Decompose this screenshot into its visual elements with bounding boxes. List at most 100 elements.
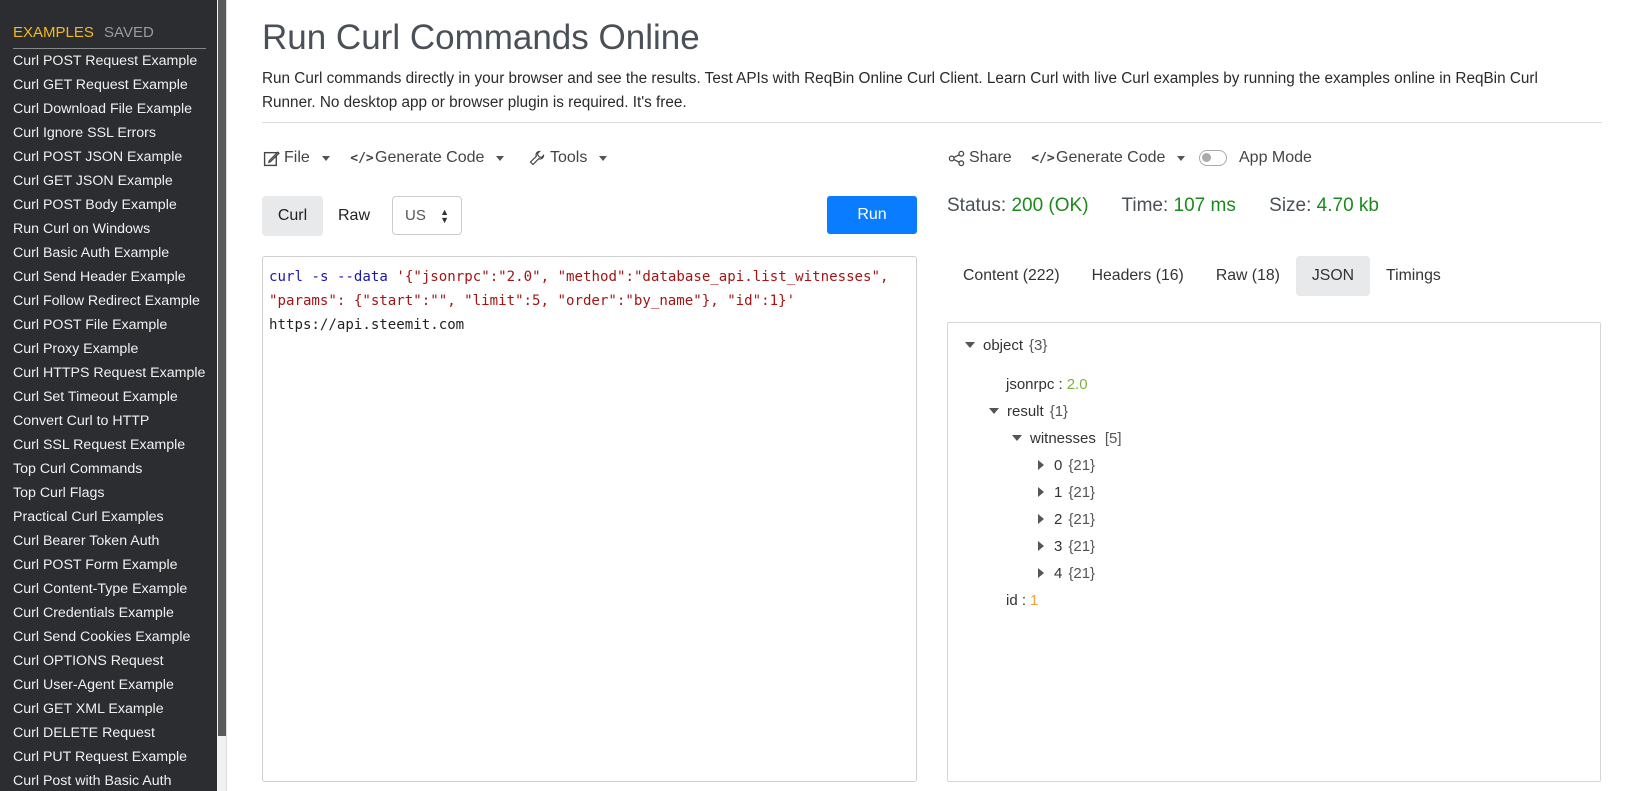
sidebar-item[interactable]: Curl POST Request Example — [13, 53, 205, 77]
app-mode-toggle[interactable]: App Mode — [1199, 149, 1312, 167]
generate-code-right-label: Generate Code — [1056, 149, 1166, 166]
sidebar-item[interactable]: Curl POST JSON Example — [13, 149, 205, 173]
size-value: 4.70 kb — [1316, 195, 1379, 216]
code-flag: --data — [336, 269, 388, 285]
sidebar-item[interactable]: Curl POST Form Example — [13, 557, 205, 581]
json-node-item[interactable]: 0 {21} — [1038, 455, 1095, 475]
sidebar-scrollbar-thumb[interactable] — [218, 0, 226, 736]
tab-examples[interactable]: EXAMPLES — [13, 24, 94, 41]
time-label: Time: — [1121, 195, 1169, 216]
code-payload: '{"jsonrpc":"2.0", "method":"database_ap… — [396, 269, 889, 285]
collapse-arrow-icon[interactable] — [989, 408, 999, 414]
json-count: {21} — [1068, 537, 1096, 555]
sidebar-item[interactable]: Curl GET Request Example — [13, 77, 205, 101]
json-key: id : — [1006, 591, 1027, 609]
sidebar-item[interactable]: Curl User-Agent Example — [13, 677, 205, 701]
json-number-value: 1 — [1030, 591, 1039, 609]
sidebar-item[interactable]: Curl Follow Redirect Example — [13, 293, 205, 317]
code-icon: </> — [1031, 150, 1055, 166]
tab-saved[interactable]: SAVED — [104, 24, 154, 41]
tab-headers[interactable]: Headers (16) — [1076, 256, 1200, 296]
curl-editor[interactable]: curl -s --data '{"jsonrpc":"2.0", "metho… — [262, 256, 917, 782]
tab-timings[interactable]: Timings — [1370, 256, 1457, 296]
sidebar-item[interactable]: Curl Set Timeout Example — [13, 389, 205, 413]
json-node-jsonrpc: jsonrpc : 2.0 — [1006, 374, 1088, 394]
expand-arrow-icon[interactable] — [1038, 460, 1044, 470]
tab-raw[interactable]: Raw — [327, 196, 381, 236]
json-count: {21} — [1068, 456, 1096, 474]
sidebar-item[interactable]: Curl HTTPS Request Example — [13, 365, 205, 389]
sidebar-item[interactable]: Curl GET XML Example — [13, 701, 205, 725]
response-tabs: Content (222) Headers (16) Raw (18) JSON… — [947, 256, 1457, 296]
sidebar-item[interactable]: Curl POST File Example — [13, 317, 205, 341]
time-value: 107 ms — [1173, 195, 1236, 216]
size-label: Size: — [1269, 195, 1312, 216]
sidebar-item[interactable]: Curl Credentials Example — [13, 605, 205, 629]
expand-arrow-icon[interactable] — [1038, 487, 1044, 497]
sidebar-item[interactable]: Curl GET JSON Example — [13, 173, 205, 197]
json-node-item[interactable]: 3 {21} — [1038, 536, 1095, 556]
sidebar-item[interactable]: Curl Bearer Token Auth — [13, 533, 205, 557]
code-icon: </> — [350, 150, 374, 166]
file-menu-button[interactable]: File — [262, 149, 330, 167]
select-arrows-icon: ▲ ▼ — [440, 206, 449, 225]
generate-code-right-button[interactable]: </> Generate Code — [1031, 149, 1186, 167]
chevron-down-icon — [321, 155, 330, 161]
region-select[interactable]: US ▲ ▼ — [392, 196, 462, 235]
share-button[interactable]: Share — [947, 149, 1012, 167]
json-node-item[interactable]: 2 {21} — [1038, 509, 1095, 529]
sidebar-item[interactable]: Curl Post with Basic Auth — [13, 773, 205, 791]
code-command: curl — [269, 269, 303, 285]
json-key: 0 — [1054, 456, 1063, 474]
json-count: {21} — [1068, 564, 1096, 582]
sidebar-item[interactable]: Curl PUT Request Example — [13, 749, 205, 773]
tab-content[interactable]: Content (222) — [947, 256, 1076, 296]
sidebar-item[interactable]: Convert Curl to HTTP — [13, 413, 205, 437]
sidebar: EXAMPLES SAVED Curl POST Request Example… — [0, 0, 217, 791]
tab-raw-response[interactable]: Raw (18) — [1200, 256, 1296, 296]
page-title: Run Curl Commands Online — [262, 18, 700, 57]
collapse-arrow-icon[interactable] — [965, 342, 975, 348]
sidebar-item[interactable]: Run Curl on Windows — [13, 221, 205, 245]
tab-curl[interactable]: Curl — [262, 196, 323, 236]
expand-arrow-icon[interactable] — [1038, 568, 1044, 578]
sidebar-item[interactable]: Curl Send Cookies Example — [13, 629, 205, 653]
json-count: {1} — [1049, 402, 1069, 420]
json-count: {21} — [1068, 483, 1096, 501]
expand-arrow-icon[interactable] — [1038, 514, 1044, 524]
generate-code-button[interactable]: </> Generate Code — [350, 149, 505, 167]
sidebar-item[interactable]: Curl Download File Example — [13, 101, 205, 125]
response-status-line: Status: 200 (OK) Time: 107 ms Size: 4.70… — [947, 195, 1407, 217]
sidebar-item[interactable]: Top Curl Flags — [13, 485, 205, 509]
run-button[interactable]: Run — [827, 196, 917, 234]
sidebar-item[interactable]: Curl Ignore SSL Errors — [13, 125, 205, 149]
collapse-arrow-icon[interactable] — [1012, 435, 1022, 441]
json-count: {3} — [1029, 336, 1048, 354]
status-label: Status: — [947, 195, 1007, 216]
json-key: 1 — [1054, 483, 1063, 501]
tab-json[interactable]: JSON — [1295, 256, 1371, 296]
tools-menu-button[interactable]: Tools — [528, 149, 608, 167]
expand-arrow-icon[interactable] — [1038, 541, 1044, 551]
sidebar-item[interactable]: Curl Send Header Example — [13, 269, 205, 293]
sidebar-item[interactable]: Top Curl Commands — [13, 461, 205, 485]
sidebar-item[interactable]: Curl POST Body Example — [13, 197, 205, 221]
sidebar-item[interactable]: Curl OPTIONS Request — [13, 653, 205, 677]
tools-menu-label: Tools — [550, 149, 588, 166]
toggle-switch[interactable] — [1199, 150, 1227, 166]
json-node-root[interactable]: object {3} — [965, 335, 1047, 355]
sidebar-item[interactable]: Curl SSL Request Example — [13, 437, 205, 461]
sidebar-item[interactable]: Practical Curl Examples — [13, 509, 205, 533]
divider — [262, 122, 1602, 123]
json-key: jsonrpc : — [1006, 375, 1063, 393]
json-node-result[interactable]: result {1} — [989, 401, 1068, 421]
sidebar-item[interactable]: Curl DELETE Request — [13, 725, 205, 749]
sidebar-item[interactable]: Curl Content-Type Example — [13, 581, 205, 605]
json-node-item[interactable]: 4 {21} — [1038, 563, 1095, 583]
json-node-item[interactable]: 1 {21} — [1038, 482, 1095, 502]
json-node-witnesses[interactable]: witnesses [5] — [1012, 428, 1122, 448]
sidebar-item[interactable]: Curl Basic Auth Example — [13, 245, 205, 269]
chevron-down-icon — [496, 155, 505, 161]
sidebar-item[interactable]: Curl Proxy Example — [13, 341, 205, 365]
edit-file-icon — [262, 149, 280, 167]
